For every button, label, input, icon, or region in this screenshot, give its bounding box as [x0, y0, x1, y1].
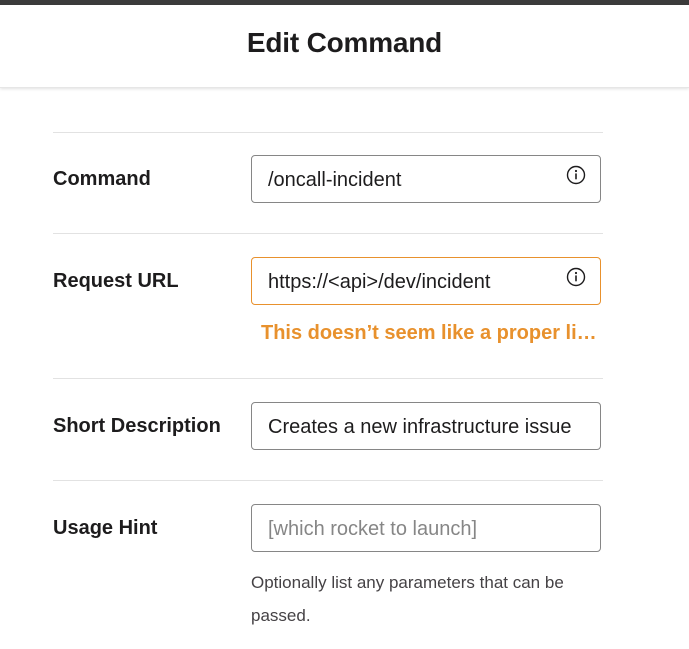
command-input[interactable]: /oncall-incident — [251, 155, 601, 203]
command-label: Command — [53, 168, 151, 190]
request-url-input-value: https://<api>/dev/incident — [268, 271, 491, 293]
row-divider — [53, 378, 603, 379]
info-icon[interactable] — [566, 165, 586, 185]
info-icon[interactable] — [566, 267, 586, 287]
short-description-label: Short Description — [53, 415, 221, 437]
usage-hint-label: Usage Hint — [53, 517, 158, 539]
short-description-input-value: Creates a new infrastructure issue — [268, 416, 572, 438]
usage-hint-help-text: Optionally list any parameters that can … — [251, 573, 564, 625]
row-divider — [53, 480, 603, 481]
row-divider — [53, 233, 603, 234]
page-title: Edit Command — [246, 27, 443, 58]
row-divider — [53, 132, 603, 133]
request-url-label: Request URL — [53, 270, 179, 292]
request-url-input[interactable]: https://<api>/dev/incident — [251, 257, 601, 305]
command-input-value: /oncall-incident — [268, 169, 402, 191]
modal-header: Edit Command — [0, 5, 689, 88]
short-description-input[interactable]: Creates a new infrastructure issue — [251, 402, 601, 450]
usage-hint-input[interactable]: [which rocket to launch] — [251, 504, 601, 552]
usage-hint-placeholder: [which rocket to launch] — [268, 518, 477, 540]
request-url-error-message: This doesn’t seem like a proper link. So… — [261, 322, 601, 344]
